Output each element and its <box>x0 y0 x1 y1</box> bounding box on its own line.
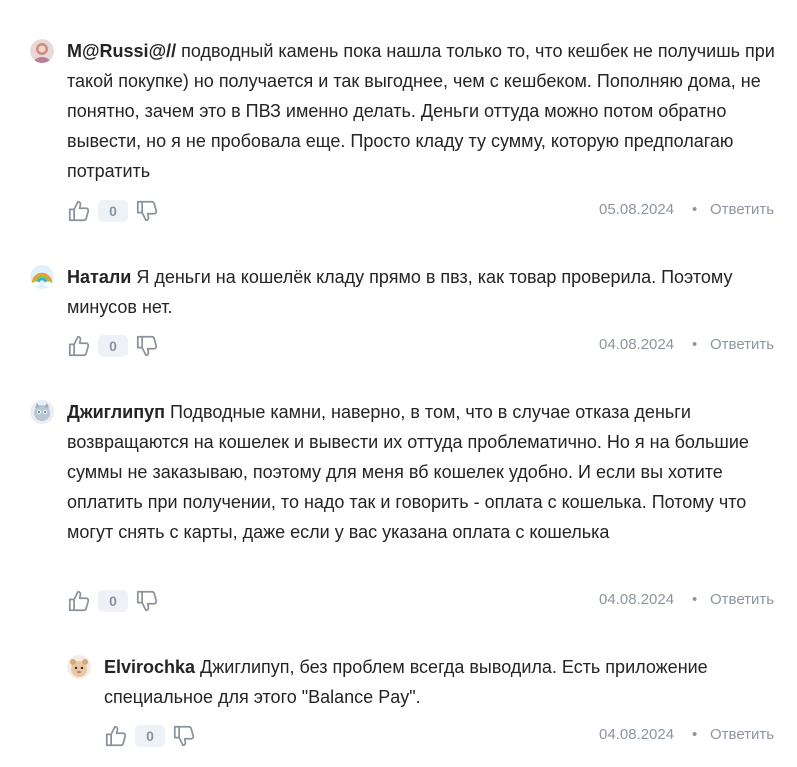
comment-body: Elvirochka Джиглипуп, без проблем всегда… <box>104 652 775 712</box>
dislike-icon[interactable] <box>134 198 160 224</box>
like-count: 0 <box>98 590 128 612</box>
like-icon[interactable] <box>66 198 92 224</box>
avatar-rainbow-icon <box>30 265 54 289</box>
comment-actions: 0 05.08.2024 • Ответить <box>66 198 779 226</box>
avatar-jigglypuff-icon <box>30 400 54 424</box>
reply-button[interactable]: Ответить <box>710 591 774 608</box>
comment-date: 04.08.2024 <box>599 336 675 353</box>
user-avatar[interactable] <box>30 265 54 289</box>
dislike-icon[interactable] <box>134 333 160 359</box>
separator-dot: • <box>692 591 698 608</box>
user-avatar[interactable] <box>30 400 54 424</box>
reply-button[interactable]: Ответить <box>710 201 774 218</box>
dislike-icon[interactable] <box>171 723 197 749</box>
author-name[interactable]: Elvirochka <box>104 657 195 677</box>
comment-text: Подводные камни, наверно, в том, что в с… <box>67 402 749 542</box>
comment-date: 05.08.2024 <box>599 201 675 218</box>
author-name[interactable]: M@Russi@// <box>67 41 176 61</box>
like-icon[interactable] <box>103 723 129 749</box>
comment-body: Натали Я деньги на кошелёк кладу прямо в… <box>67 262 775 322</box>
dislike-icon[interactable] <box>134 588 160 614</box>
comment-actions: 0 04.08.2024 • Ответить <box>66 333 779 361</box>
comment-date: 04.08.2024 <box>599 591 675 608</box>
comment-text: Джиглипуп, без проблем всегда выводила. … <box>104 657 708 707</box>
comment-3: Джиглипуп Подводные камни, наверно, в то… <box>0 397 797 627</box>
comment-actions: 0 04.08.2024 • Ответить <box>103 723 779 751</box>
comment-body: M@Russi@// подводный камень пока нашла т… <box>67 36 775 186</box>
like-icon[interactable] <box>66 333 92 359</box>
comment-text: Я деньги на кошелёк кладу прямо в пвз, к… <box>67 267 733 317</box>
comment-4-reply: Elvirochka Джиглипуп, без проблем всегда… <box>0 652 797 762</box>
comment-date: 04.08.2024 <box>599 726 675 743</box>
comment-text: подводный камень пока нашла только то, ч… <box>67 41 775 181</box>
user-avatar[interactable] <box>67 655 91 679</box>
comment-1: M@Russi@// подводный камень пока нашла т… <box>0 36 797 236</box>
comment-body: Джиглипуп Подводные камни, наверно, в то… <box>67 397 775 547</box>
user-avatar[interactable] <box>30 39 54 63</box>
author-name[interactable]: Джиглипуп <box>67 402 165 422</box>
avatar-photo-icon <box>30 39 54 63</box>
reply-button[interactable]: Ответить <box>710 726 774 743</box>
like-icon[interactable] <box>66 588 92 614</box>
comment-2: Натали Я деньги на кошелёк кладу прямо в… <box>0 262 797 372</box>
like-count: 0 <box>98 200 128 222</box>
like-count: 0 <box>98 335 128 357</box>
separator-dot: • <box>692 336 698 353</box>
separator-dot: • <box>692 201 698 218</box>
separator-dot: • <box>692 726 698 743</box>
author-name[interactable]: Натали <box>67 267 131 287</box>
comment-actions: 0 04.08.2024 • Ответить <box>66 588 779 616</box>
like-count: 0 <box>135 725 165 747</box>
reply-button[interactable]: Ответить <box>710 336 774 353</box>
avatar-hamster-icon <box>67 655 91 679</box>
